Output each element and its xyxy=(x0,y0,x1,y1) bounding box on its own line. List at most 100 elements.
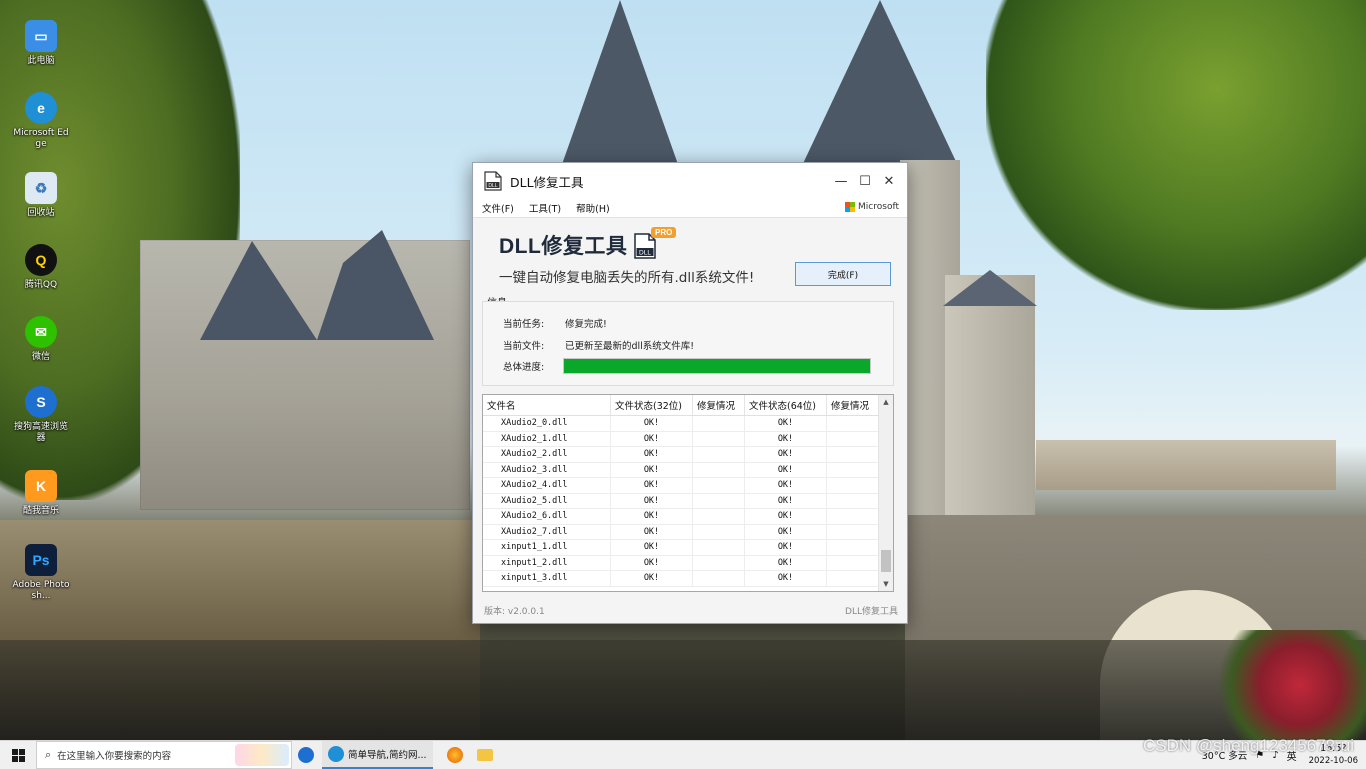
version-text: 版本: v2.0.0.1 xyxy=(484,607,545,617)
cell-status-32: OK! xyxy=(611,555,693,570)
desktop-icon-edge[interactable]: e Microsoft Edge xyxy=(12,92,70,162)
wallpaper-flowers xyxy=(1200,630,1366,740)
column-header-status-64[interactable]: 文件状态(64位) xyxy=(745,395,827,415)
taskbar-sogou[interactable] xyxy=(298,741,314,769)
cell-filename: XAudio2_6.dll xyxy=(483,509,611,524)
recycle-bin-icon: ♻ xyxy=(25,172,57,204)
desktop-icon-photoshop[interactable]: Ps Adobe Photosh... xyxy=(12,544,70,614)
start-button[interactable] xyxy=(0,741,36,769)
table-header: 文件名 文件状态(32位) 修复情况 文件状态(64位) 修复情况 xyxy=(483,395,893,416)
cell-repair-32 xyxy=(693,416,745,431)
table-row[interactable]: XAudio2_1.dll OK! OK! xyxy=(483,431,893,447)
table-body: XAudio2_0.dll OK! OK! XAudio2_1.dll OK! OK! XA… xyxy=(483,416,893,587)
header-banner: DLL修复工具 DLL PRO xyxy=(473,218,907,300)
finish-button[interactable]: 完成(F) xyxy=(795,262,891,286)
current-file-value: 已更新至最新的dll系统文件库! xyxy=(565,341,695,352)
minimize-button[interactable]: — xyxy=(829,163,853,199)
cell-status-32: OK! xyxy=(611,540,693,555)
desktop-icon-kuwo[interactable]: K 酷我音乐 xyxy=(12,470,70,540)
cell-repair-32 xyxy=(693,571,745,586)
file-status-table[interactable]: 文件名 文件状态(32位) 修复情况 文件状态(64位) 修复情况 XAudio… xyxy=(482,394,894,592)
desktop-icon-label: 搜狗高速浏览器 xyxy=(13,422,68,443)
dll-file-icon: DLL xyxy=(484,171,502,191)
table-row[interactable]: XAudio2_0.dll OK! OK! xyxy=(483,416,893,432)
maximize-button[interactable]: ☐ xyxy=(853,163,877,199)
minimize-icon: — xyxy=(834,173,848,189)
scroll-up-icon[interactable]: ▲ xyxy=(879,395,893,409)
cell-repair-64 xyxy=(827,416,879,431)
table-row[interactable]: xinput1_3.dll OK! OK! xyxy=(483,571,893,587)
maximize-icon: ☐ xyxy=(859,173,871,189)
wallpaper-water xyxy=(0,640,1366,740)
desktop-icon-wechat[interactable]: ✉ 微信 xyxy=(12,316,70,386)
info-panel: 当前任务: 修复完成! 当前文件: 已更新至最新的dll系统文件库! 总体进度: xyxy=(482,301,894,386)
cell-filename: XAudio2_4.dll xyxy=(483,478,611,493)
microsoft-logo-icon xyxy=(845,202,856,212)
desktop-icon-label: 此电脑 xyxy=(27,56,55,66)
cell-status-64: OK! xyxy=(745,493,827,508)
desktop-icon-label: 微信 xyxy=(31,352,50,362)
table-row[interactable]: XAudio2_2.dll OK! OK! xyxy=(483,447,893,463)
column-header-repair-64[interactable]: 修复情况 xyxy=(827,395,879,415)
vertical-scrollbar[interactable]: ▲ ▼ xyxy=(878,395,893,591)
cell-filename: xinput1_2.dll xyxy=(483,555,611,570)
cell-filename: XAudio2_3.dll xyxy=(483,462,611,477)
pro-badge: PRO xyxy=(651,227,677,238)
svg-text:DLL: DLL xyxy=(488,183,497,189)
dll-repair-window: DLL DLL修复工具 — ☐ ✕ 文件(F) 工具(T) 帮助(H) Micr… xyxy=(472,162,908,624)
cell-status-32: OK! xyxy=(611,431,693,446)
table-row[interactable]: xinput1_2.dll OK! OK! xyxy=(483,555,893,571)
sogou-browser-icon xyxy=(298,747,314,763)
scroll-thumb[interactable] xyxy=(881,550,891,572)
table-row[interactable]: XAudio2_3.dll OK! OK! xyxy=(483,462,893,478)
cell-repair-64 xyxy=(827,509,879,524)
computer-icon: ▭ xyxy=(25,20,57,52)
clock-date: 2022-10-06 xyxy=(1308,756,1358,766)
table-row[interactable]: XAudio2_4.dll OK! OK! xyxy=(483,478,893,494)
cell-status-64: OK! xyxy=(745,416,827,431)
cell-status-32: OK! xyxy=(611,524,693,539)
cell-status-64: OK! xyxy=(745,524,827,539)
menu-help[interactable]: 帮助(H) xyxy=(576,201,610,215)
table-row[interactable]: XAudio2_7.dll OK! OK! xyxy=(483,524,893,540)
menu-file[interactable]: 文件(F) xyxy=(482,201,514,215)
cell-repair-64 xyxy=(827,478,879,493)
title-bar[interactable]: DLL DLL修复工具 — ☐ ✕ xyxy=(473,163,907,199)
current-file-label: 当前文件: xyxy=(503,341,545,352)
cell-repair-64 xyxy=(827,431,879,446)
overall-progress-bar xyxy=(563,358,871,374)
column-header-repair-32[interactable]: 修复情况 xyxy=(693,395,745,415)
close-icon: ✕ xyxy=(883,173,895,189)
cell-repair-64 xyxy=(827,555,879,570)
progress-label: 总体进度: xyxy=(503,362,545,373)
desktop-icon-sogou-browser[interactable]: S 搜狗高速浏览器 xyxy=(12,386,70,456)
table-row[interactable]: XAudio2_5.dll OK! OK! xyxy=(483,493,893,509)
taskbar-search[interactable]: ⌕ 在这里输入你要搜索的内容 xyxy=(36,741,292,769)
table-row[interactable]: XAudio2_6.dll OK! OK! xyxy=(483,509,893,525)
cell-repair-32 xyxy=(693,493,745,508)
window-title: DLL修复工具 xyxy=(510,174,584,190)
cell-repair-32 xyxy=(693,447,745,462)
cell-status-64: OK! xyxy=(745,540,827,555)
taskbar-edge-window[interactable]: 简单导航,简约网... xyxy=(322,741,433,769)
desktop-icon-label: 腾讯QQ xyxy=(24,280,58,290)
taskbar-file-explorer[interactable] xyxy=(476,741,493,769)
desktop-icon-this-pc[interactable]: ▭ 此电脑 xyxy=(12,20,70,90)
cell-repair-64 xyxy=(827,571,879,586)
wallpaper-castle xyxy=(140,240,470,510)
desktop-icon-qq[interactable]: Q 腾讯QQ xyxy=(12,244,70,314)
desktop-icon-recycle-bin[interactable]: ♻ 回收站 xyxy=(12,172,70,242)
column-header-status-32[interactable]: 文件状态(32位) xyxy=(611,395,693,415)
taskbar-firefox[interactable] xyxy=(446,741,463,769)
column-header-filename[interactable]: 文件名 xyxy=(483,395,611,415)
menu-tools[interactable]: 工具(T) xyxy=(529,201,561,215)
cell-status-64: OK! xyxy=(745,555,827,570)
table-row[interactable]: xinput1_1.dll OK! OK! xyxy=(483,540,893,556)
cell-repair-32 xyxy=(693,509,745,524)
cell-status-64: OK! xyxy=(745,462,827,477)
scroll-down-icon[interactable]: ▼ xyxy=(879,577,893,591)
app-heading: DLL修复工具 xyxy=(499,235,628,258)
cell-repair-32 xyxy=(693,462,745,477)
cell-filename: XAudio2_5.dll xyxy=(483,493,611,508)
close-button[interactable]: ✕ xyxy=(877,163,901,199)
